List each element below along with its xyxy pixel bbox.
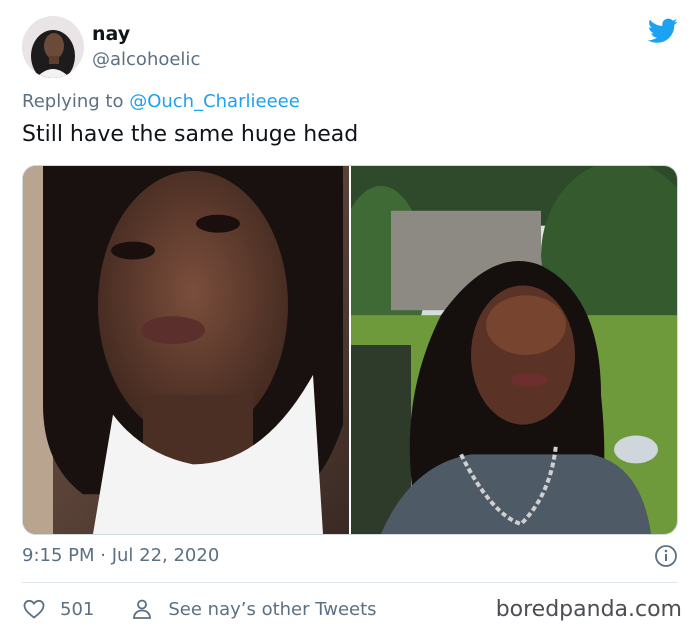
- like-count: 501: [60, 598, 95, 620]
- avatar[interactable]: [22, 16, 84, 78]
- photo-right[interactable]: [351, 166, 677, 534]
- replying-to: Replying to @Ouch_Charlieeee: [22, 90, 300, 114]
- watermark: boredpanda.com: [495, 597, 682, 622]
- reply-mention-link[interactable]: @Ouch_Charlieeee: [129, 91, 300, 112]
- tweet-media: [22, 165, 678, 535]
- see-other-tweets-label: See nay’s other Tweets: [168, 598, 377, 620]
- person-icon: [133, 599, 152, 619]
- tweet-timestamp[interactable]: 9:15 PM · Jul 22, 2020: [22, 544, 219, 568]
- divider: [22, 582, 678, 583]
- see-other-tweets-link[interactable]: See nay’s other Tweets: [130, 597, 377, 621]
- display-name[interactable]: nay: [92, 22, 200, 46]
- reply-prefix: Replying to: [22, 91, 130, 112]
- author-info: nay @alcohoelic: [92, 22, 200, 72]
- tweet-card: nay @alcohoelic Replying to @Ouch_Charli…: [0, 0, 700, 636]
- like-button[interactable]: 501: [22, 597, 94, 621]
- heart-icon: [23, 599, 45, 619]
- tweet-actions: 501 See nay’s other Tweets: [22, 595, 413, 623]
- photo-left[interactable]: [23, 166, 349, 534]
- user-handle[interactable]: @alcohoelic: [92, 48, 200, 72]
- info-icon[interactable]: [654, 544, 678, 568]
- tweet-text: Still have the same huge head: [22, 122, 359, 147]
- twitter-bird-icon[interactable]: [647, 18, 678, 44]
